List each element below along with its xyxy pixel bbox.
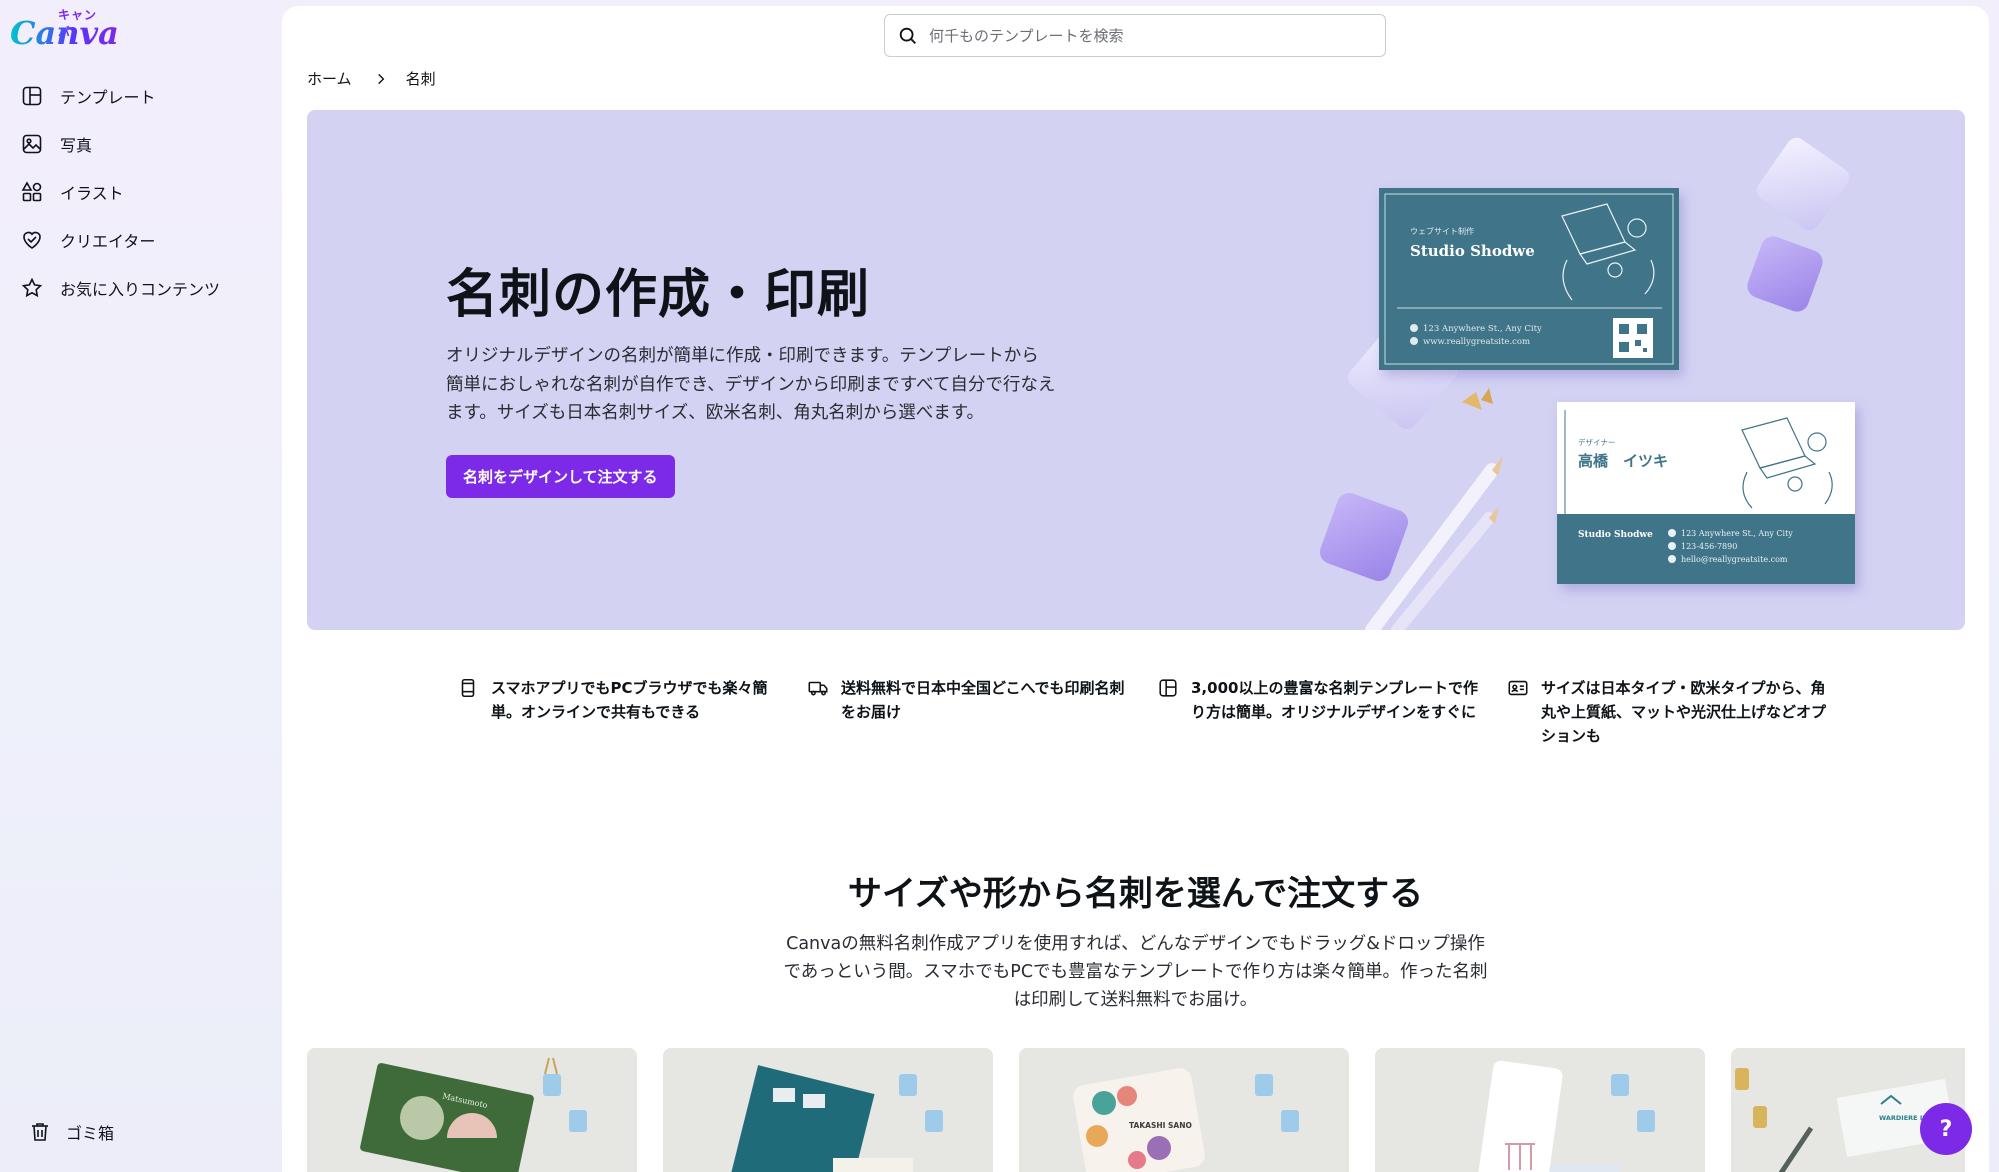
card-type-item[interactable] [1375, 1048, 1705, 1172]
main-panel: ホーム 名刺 名刺の作成・印刷 オリジナルデザインの名刺が簡単に作成・印刷できま… [282, 6, 1989, 1172]
search-icon [899, 27, 916, 44]
template-icon [22, 86, 42, 106]
card-type-carousel: Matsumoto TAKASHI SANO WARDIERE INC. [307, 1048, 1965, 1172]
card-preview-image: Matsumoto [360, 1057, 587, 1172]
sidebar-item-label: イラスト [60, 184, 124, 203]
search-bar[interactable] [884, 14, 1386, 57]
card-preview-image [731, 1065, 943, 1172]
business-card-hero-image: ウェブサイト制作 Studio Shodwe 123 Anywhere St.,… [1319, 137, 1855, 630]
card-type-item[interactable]: TAKASHI SANO [1019, 1048, 1349, 1172]
decor-cube [1747, 236, 1823, 312]
feature-text: 3,000以上の豊富な名刺テンプレートで作り方は簡単。オリジナルデザインをすぐに [1191, 679, 1478, 721]
feature-text: サイズは日本タイプ・欧米タイプから、角丸や上質紙、マットや光沢仕上げなどオプショ… [1541, 679, 1827, 745]
logo-wordmark: Canva [10, 14, 119, 52]
sidebar-item-label: お気に入りコンテンツ [60, 280, 221, 299]
decor-cube [1756, 137, 1850, 231]
trash-label: ゴミ箱 [66, 1124, 115, 1143]
hero-banner: 名刺の作成・印刷 オリジナルデザインの名刺が簡単に作成・印刷できます。テンプレー… [307, 110, 1965, 630]
card2-role: デザイナー [1578, 437, 1615, 447]
section-title: サイズや形から名刺を選んで注文する [847, 874, 1424, 914]
feature-item: サイズは日本タイプ・欧米タイプから、角丸や上質紙、マットや光沢仕上げなどオプショ… [1507, 676, 1857, 748]
sidebar-item-trash[interactable]: ゴミ箱 [20, 1112, 114, 1152]
feature-item: 送料無料で日本中全国どこへでも印刷名刺をお届け [807, 676, 1157, 748]
shapes-icon [21, 181, 42, 202]
card-type-item[interactable]: Matsumoto [307, 1048, 637, 1172]
feature-text: 送料無料で日本中全国どこへでも印刷名刺をお届け [841, 679, 1125, 721]
sidebar-item-label: テンプレート [60, 88, 156, 107]
feature-text: スマホアプリでもPCブラウザでも楽々簡単。オンラインで共有もできる [491, 679, 768, 721]
breadcrumb-home[interactable]: ホーム [307, 68, 352, 89]
card1-name: Studio Shodwe [1410, 242, 1535, 260]
feature-item: スマホアプリでもPCブラウザでも楽々簡単。オンラインで共有もできる [457, 676, 807, 748]
card1-subtitle: ウェブサイト制作 [1410, 226, 1474, 236]
card-type-item[interactable] [663, 1048, 993, 1172]
chevron-right-icon [377, 73, 384, 84]
business-card-teal: ウェブサイト制作 Studio Shodwe 123 Anywhere St.,… [1379, 188, 1679, 370]
sidebar-item-photos[interactable]: 写真 [12, 120, 272, 168]
decor-cube [1319, 492, 1409, 582]
card1-site: www.reallygreatsite.com [1423, 337, 1530, 347]
help-button[interactable]: ? [1920, 1103, 1972, 1155]
page-title: 名刺の作成・印刷 [446, 265, 871, 325]
section-description: Canvaの無料名刺作成アプリを使用すれば、どんなデザインでもドラッグ&ドロップ… [783, 934, 1488, 1010]
sidebar-item-label: 写真 [60, 136, 93, 155]
trash-icon [32, 1123, 48, 1141]
card2-name: 高橋 イツキ [1578, 452, 1668, 470]
sidebar-item-label: クリエイター [60, 232, 156, 251]
breadcrumb-current: 名刺 [405, 70, 436, 88]
canva-logo[interactable]: キャンバ Canva [10, 6, 119, 52]
truck-icon [808, 681, 828, 696]
feature-list: スマホアプリでもPCブラウザでも楽々簡単。オンラインで共有もできる 送料無料で日… [457, 676, 1857, 748]
card-caption: TAKASHI SANO [1129, 1121, 1192, 1130]
card2-email: hello@reallygreatsite.com [1681, 555, 1788, 564]
star-icon [21, 277, 43, 298]
design-and-order-button[interactable]: 名刺をデザインして注文する [446, 455, 675, 498]
template-icon [1159, 679, 1177, 697]
id-card-icon [1508, 680, 1528, 696]
card2-company: Studio Shodwe [1578, 530, 1653, 540]
card1-address: 123 Anywhere St., Any City [1423, 324, 1542, 334]
smartphone-icon [461, 678, 475, 698]
feature-item: 3,000以上の豊富な名刺テンプレートで作り方は簡単。オリジナルデザインをすぐに [1157, 676, 1507, 748]
sidebar: キャンバ Canva テンプレート 写真 イラスト クリエイター お気に入りコン… [0, 0, 282, 1172]
sidebar-item-templates[interactable]: テンプレート [12, 72, 272, 120]
hero-description: オリジナルデザインの名刺が簡単に作成・印刷できます。テンプレートから簡単におしゃ… [446, 346, 1056, 423]
heart-icon [23, 231, 41, 249]
card2-phone: 123-456-7890 [1681, 542, 1737, 551]
search-input[interactable] [929, 26, 1369, 45]
card2-address: 123 Anywhere St., Any City [1681, 529, 1793, 538]
sidebar-item-illustrations[interactable]: イラスト [12, 168, 272, 216]
sidebar-nav: テンプレート 写真 イラスト クリエイター お気に入りコンテンツ [12, 72, 272, 312]
card-preview-image [1477, 1060, 1655, 1172]
sidebar-item-creators[interactable]: クリエイター [12, 216, 272, 264]
card-preview-image: TAKASHI SANO [1073, 1068, 1299, 1172]
business-card-white: デザイナー 高橋 イツキ Studio Shodwe 123 Anywhere … [1557, 402, 1855, 584]
photo-icon [22, 134, 42, 154]
sidebar-item-favorites[interactable]: お気に入りコンテンツ [12, 264, 272, 312]
breadcrumb: ホーム 名刺 [307, 68, 436, 89]
